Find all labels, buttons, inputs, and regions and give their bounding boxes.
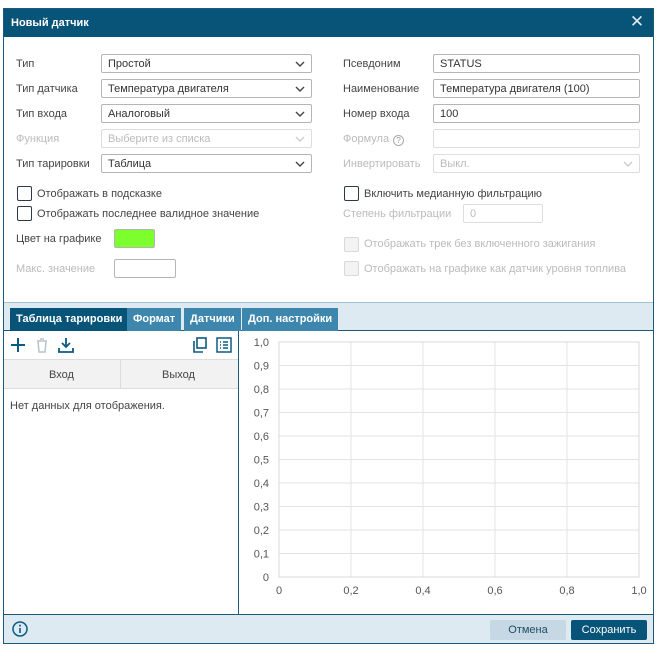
delete-icon[interactable] <box>33 336 51 354</box>
chevron-down-icon <box>295 61 305 67</box>
type-label: Тип <box>16 58 35 70</box>
dialog-titlebar: Новый датчик ✕ <box>4 9 653 37</box>
alias-input[interactable]: STATUS <box>433 54 640 73</box>
max-value-label: Макс. значение <box>16 263 96 275</box>
function-select[interactable]: Выберите из списка <box>101 129 312 148</box>
x-tick-label: 0,8 <box>559 585 574 597</box>
input-number-label: Номер входа <box>343 108 410 120</box>
tab-sensors[interactable]: Датчики <box>184 308 241 331</box>
chevron-down-icon <box>295 86 305 92</box>
add-icon[interactable] <box>9 336 27 354</box>
show-track-no-ignition-label: Отображать трек без включенного зажигани… <box>364 238 596 250</box>
show-in-tooltip-checkbox[interactable] <box>17 186 32 201</box>
show-as-fuel-label: Отображать на графике как датчик уровня … <box>364 263 627 275</box>
tab-strip: Таблица тарировки Формат Датчики Доп. на… <box>4 302 653 331</box>
y-tick-label: 0,4 <box>254 478 269 490</box>
y-tick-label: 0,7 <box>254 408 269 420</box>
function-select-value: Выберите из списка <box>108 133 211 145</box>
help-icon[interactable]: ? <box>393 135 405 146</box>
save-button[interactable]: Сохранить <box>571 620 647 640</box>
y-tick-label: 0,1 <box>254 549 269 561</box>
tab-format[interactable]: Формат <box>127 308 182 331</box>
name-input[interactable]: Температура двигателя (100) <box>433 79 640 98</box>
x-tick-label: 0,2 <box>343 585 358 597</box>
input-type-value: Аналоговый <box>108 108 170 120</box>
chevron-down-icon <box>623 161 633 167</box>
table-header: Вход Выход <box>4 359 238 389</box>
x-tick-label: 1,0 <box>631 585 646 597</box>
x-tick-label: 0,4 <box>415 585 430 597</box>
sensor-type-value: Температура двигателя <box>108 83 229 95</box>
calibration-type-value: Таблица <box>108 158 152 170</box>
y-tick-label: 0,9 <box>254 361 269 373</box>
y-tick-label: 0,8 <box>254 384 269 396</box>
copy-icon[interactable] <box>191 336 209 354</box>
dialog-title: Новый датчик <box>11 17 89 29</box>
type-select[interactable]: Простой <box>101 54 312 73</box>
column-header-input[interactable]: Вход <box>49 369 74 381</box>
show-last-valid-label: Отображать последнее валидное значение <box>37 208 260 220</box>
cancel-button[interactable]: Отмена <box>490 620 566 640</box>
max-value-input[interactable] <box>114 259 176 278</box>
sensor-type-select[interactable]: Температура двигателя <box>101 79 312 98</box>
dialog-footer: Отмена Сохранить <box>4 614 653 643</box>
name-label: Наименование <box>343 83 420 95</box>
input-number-input[interactable]: 100 <box>433 104 640 123</box>
chevron-down-icon <box>295 161 305 167</box>
show-last-valid-checkbox[interactable] <box>17 206 32 221</box>
chevron-down-icon <box>295 111 305 117</box>
filter-degree-label: Степень фильтрации <box>343 208 452 220</box>
calibration-chart: 0 0,1 0,2 0,3 0,4 0,5 0,6 0,7 0,8 0,9 1,0 0 0,2 0,4 0,… <box>240 331 653 614</box>
type-select-value: Простой <box>108 58 151 70</box>
y-tick-label: 0,2 <box>254 525 269 537</box>
y-tick-label: 1,0 <box>254 337 269 349</box>
column-divider <box>120 360 121 388</box>
input-type-label: Тип входа <box>16 108 68 120</box>
calibration-type-label: Тип тарировки <box>16 158 90 170</box>
invert-label: Инвертировать <box>343 158 421 170</box>
column-header-output[interactable]: Выход <box>162 369 195 381</box>
y-tick-label: 0,6 <box>254 431 269 443</box>
graph-color-label: Цвет на графике <box>16 233 102 245</box>
x-tick-label: 0 <box>276 585 282 597</box>
calibration-table-pane: Вход Выход Нет данных для отображения. <box>4 331 239 614</box>
chevron-down-icon <box>295 136 305 142</box>
invert-select[interactable]: Выкл. <box>433 154 640 173</box>
y-tick-label: 0,5 <box>254 455 269 467</box>
input-type-select[interactable]: Аналоговый <box>101 104 312 123</box>
y-tick-label: 0,3 <box>254 502 269 514</box>
show-track-no-ignition-checkbox[interactable] <box>344 237 359 252</box>
formula-input[interactable] <box>433 129 640 148</box>
median-filter-checkbox[interactable] <box>344 186 359 201</box>
table-toolbar <box>4 331 238 359</box>
new-sensor-dialog: Новый датчик ✕ Тип Простой Тип датчика Т… <box>3 8 654 644</box>
info-icon[interactable] <box>12 621 28 637</box>
chart-canvas: 0 0,1 0,2 0,3 0,4 0,5 0,6 0,7 0,8 0,9 1,0 0 0,2 0,4 0,… <box>254 337 647 597</box>
graph-color-picker[interactable] <box>114 229 155 248</box>
calibration-type-select[interactable]: Таблица <box>101 154 312 173</box>
formula-label: Формула? <box>343 133 405 146</box>
invert-select-value: Выкл. <box>440 158 470 170</box>
x-tick-label: 0,6 <box>487 585 502 597</box>
list-icon[interactable] <box>215 336 233 354</box>
show-in-tooltip-label: Отображать в подсказке <box>37 188 162 200</box>
y-tick-label: 0 <box>263 572 269 584</box>
tab-extra-settings[interactable]: Доп. настройки <box>242 308 339 331</box>
tab-calibration-table[interactable]: Таблица тарировки <box>10 308 129 331</box>
alias-label: Псевдоним <box>343 58 401 70</box>
empty-table-message: Нет данных для отображения. <box>10 400 165 412</box>
show-as-fuel-checkbox[interactable] <box>344 261 359 276</box>
sensor-type-label: Тип датчика <box>16 83 78 95</box>
function-label: Функция <box>16 133 60 145</box>
median-filter-label: Включить медианную фильтрацию <box>364 188 542 200</box>
close-icon[interactable]: ✕ <box>629 13 645 30</box>
download-icon[interactable] <box>57 336 75 354</box>
filter-degree-input[interactable]: 0 <box>463 204 543 223</box>
formula-label-text: Формула <box>343 133 390 145</box>
